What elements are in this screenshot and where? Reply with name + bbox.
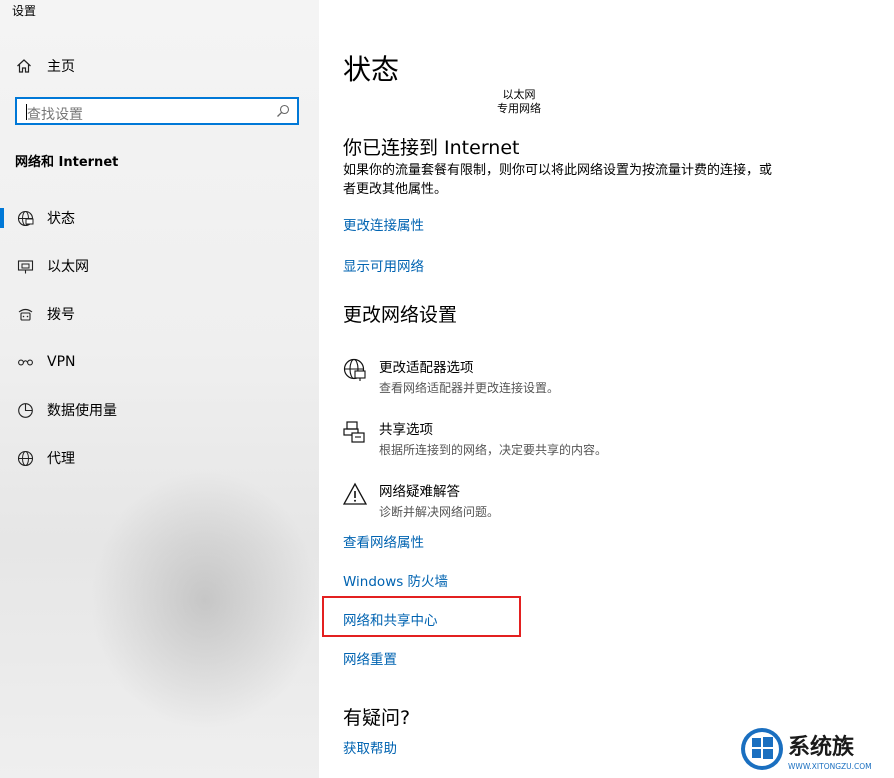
option-title: 更改适配器选项 — [379, 360, 474, 376]
watermark-url: WWW.XITONGZU.COM — [788, 762, 872, 771]
globe-status-icon — [15, 208, 35, 228]
sidebar-home[interactable]: 主页 — [16, 56, 75, 76]
network-info: 以太网 专用网络 — [469, 88, 569, 116]
search-input[interactable]: 查找设置 — [15, 97, 299, 125]
option-troubleshoot[interactable]: 网络疑难解答 诊断并解决网络问题。 — [342, 480, 500, 520]
sidebar-item-ethernet[interactable]: 以太网 — [0, 250, 319, 282]
sidebar-item-data-usage[interactable]: 数据使用量 — [0, 394, 319, 426]
dialup-icon — [15, 304, 35, 324]
windows-firewall-link[interactable]: Windows 防火墙 — [343, 570, 448, 590]
sidebar-item-vpn[interactable]: VPN — [0, 346, 319, 378]
sidebar-item-label: 拨号 — [47, 307, 75, 323]
section-label: 网络和 Internet — [15, 155, 119, 170]
active-indicator — [0, 208, 4, 228]
question-heading: 有疑问? — [343, 707, 411, 729]
network-reset-link[interactable]: 网络重置 — [343, 648, 397, 668]
warning-icon — [342, 482, 368, 506]
sidebar-item-proxy[interactable]: 代理 — [0, 442, 319, 474]
data-usage-icon — [15, 400, 35, 420]
ethernet-icon — [15, 256, 35, 276]
search-placeholder: 查找设置 — [27, 107, 83, 123]
highlight-box — [322, 596, 521, 637]
option-adapter[interactable]: 更改适配器选项 查看网络适配器并更改连接设置。 — [343, 356, 559, 396]
watermark-logo: 系统族 WWW.XITONGZU.COM — [740, 724, 890, 774]
option-title: 共享选项 — [379, 422, 433, 438]
sharing-icon — [343, 420, 367, 444]
watermark-text: 系统族 — [788, 734, 855, 760]
home-label: 主页 — [47, 59, 75, 75]
option-subtitle: 诊断并解决网络问题。 — [379, 505, 500, 519]
adapter-globe-icon — [343, 358, 367, 382]
search-icon[interactable] — [276, 104, 290, 118]
window-title: 设置 — [12, 4, 37, 18]
view-network-properties-link[interactable]: 查看网络属性 — [343, 531, 424, 551]
home-icon — [17, 59, 31, 73]
option-subtitle: 查看网络适配器并更改连接设置。 — [379, 381, 560, 395]
sidebar-item-label: 以太网 — [47, 259, 89, 275]
change-settings-heading: 更改网络设置 — [343, 304, 458, 326]
network-type: 专用网络 — [497, 102, 541, 115]
option-sharing[interactable]: 共享选项 根据所连接到的网络，决定要共享的内容。 — [343, 418, 607, 458]
sidebar-item-label: 代理 — [47, 451, 75, 467]
network-name: 以太网 — [502, 88, 536, 101]
show-available-networks-link[interactable]: 显示可用网络 — [343, 255, 424, 275]
proxy-globe-icon — [15, 448, 35, 468]
option-subtitle: 根据所连接到的网络，决定要共享的内容。 — [379, 443, 608, 457]
connected-heading: 你已连接到 Internet — [343, 137, 520, 159]
main-content: 状态 以太网 专用网络 你已连接到 Internet 如果你的流量套餐有限制，则… — [319, 0, 894, 778]
vpn-icon — [15, 352, 35, 372]
page-title: 状态 — [343, 53, 400, 86]
connected-description: 如果你的流量套餐有限制，则你可以将此网络设置为按流量计费的连接，或者更改其他属性… — [343, 163, 773, 197]
sidebar-item-status[interactable]: 状态 — [0, 202, 319, 234]
sidebar-item-label: 数据使用量 — [47, 403, 117, 419]
change-connection-properties-link[interactable]: 更改连接属性 — [343, 214, 424, 234]
sidebar-item-label: VPN — [47, 354, 76, 370]
sidebar-item-label: 状态 — [47, 211, 75, 227]
sidebar-item-dialup[interactable]: 拨号 — [0, 298, 319, 330]
option-title: 网络疑难解答 — [379, 484, 460, 500]
get-help-link[interactable]: 获取帮助 — [343, 737, 397, 757]
sidebar: 设置 主页 查找设置 网络和 Internet 状态 以太网 拨号 VPN 数据… — [0, 0, 320, 778]
